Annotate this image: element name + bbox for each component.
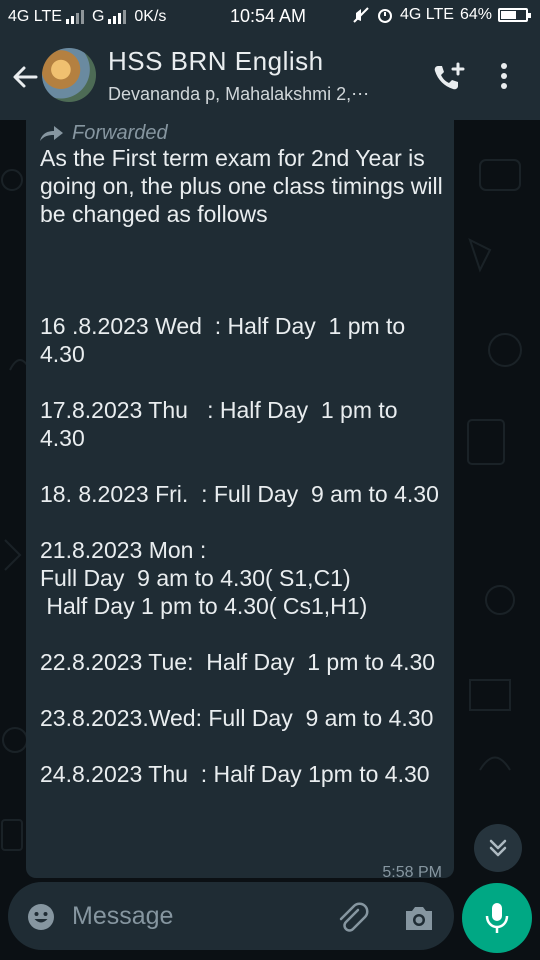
back-arrow-icon[interactable] <box>8 60 42 94</box>
right-network-label: 4G LTE <box>400 6 454 23</box>
network2-label: G <box>91 8 105 25</box>
scroll-to-bottom-button[interactable] <box>474 824 522 872</box>
chat-header: HSS BRN English Devananda p, Mahalakshmi… <box>0 34 540 120</box>
message-input-pill[interactable]: Message <box>8 882 454 950</box>
battery-icon <box>498 8 531 22</box>
forwarded-indicator: Forwarded <box>38 122 168 145</box>
chat-area[interactable]: Forwarded As the First term exam for 2nd… <box>0 120 540 880</box>
forward-arrow-icon <box>40 125 63 141</box>
voice-message-button[interactable] <box>462 883 532 953</box>
message-timestamp: 5:58 PM <box>382 864 442 880</box>
message-input[interactable]: Message <box>72 902 173 931</box>
group-avatar[interactable] <box>42 48 96 102</box>
chat-subtitle[interactable]: Devananda p, Mahalakshmi 2,⋯ <box>108 84 408 105</box>
network-label: 4G LTE <box>8 8 62 25</box>
data-speed: 0K/s <box>134 8 167 25</box>
status-left: 4G LTE G 0K/s <box>8 8 166 26</box>
clock: 10:54 AM <box>230 6 307 26</box>
camera-icon[interactable] <box>402 902 436 934</box>
mute-icon <box>353 7 369 23</box>
paperclip-icon[interactable] <box>334 900 370 936</box>
status-bar: 4G LTE G 0K/s 10:54 AM 4G LTE 64% <box>0 0 540 34</box>
emoji-icon[interactable] <box>26 902 56 932</box>
chevrons-down-icon <box>489 839 507 857</box>
battery-percent: 64% <box>459 6 492 23</box>
composer-bar: Message <box>0 880 540 960</box>
chat-title[interactable]: HSS BRN English <box>108 46 324 77</box>
message-text: As the First term exam for 2nd Year is g… <box>40 145 443 787</box>
status-right: 4G LTE 64% <box>352 6 531 24</box>
add-call-icon[interactable] <box>430 60 468 94</box>
forwarded-label: Forwarded <box>72 122 168 144</box>
alarm-icon <box>378 9 393 23</box>
message-bubble[interactable]: Forwarded As the First term exam for 2nd… <box>26 120 454 880</box>
signal2-icon <box>108 10 127 24</box>
microphone-icon <box>485 903 509 933</box>
more-options-icon[interactable] <box>492 60 516 94</box>
signal-icon <box>65 10 84 24</box>
